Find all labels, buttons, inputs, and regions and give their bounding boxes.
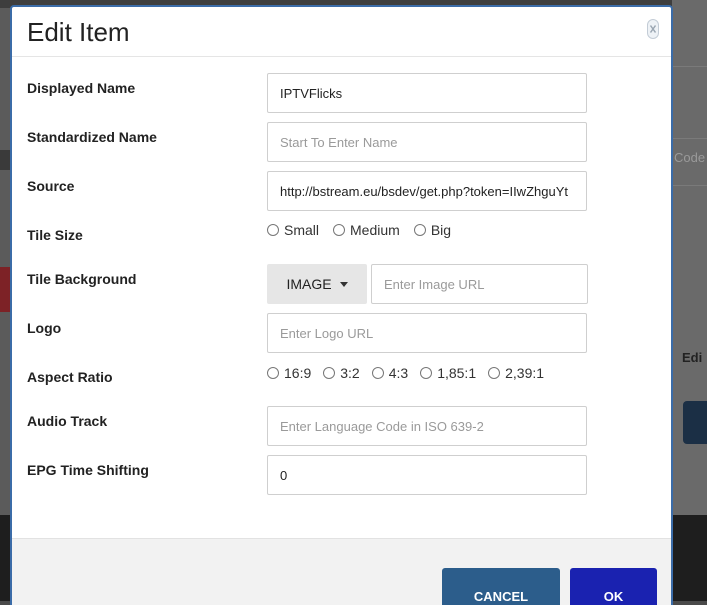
radio-button[interactable] [413,224,426,236]
radio-button[interactable] [333,224,346,236]
background-code-text: Code [674,150,706,165]
logo-label: Logo [27,320,62,336]
radio-button[interactable] [371,367,384,379]
aspect-ratio-1-85-option[interactable]: 1,85:1 [420,365,476,381]
background-divider [672,185,707,186]
epg-time-shifting-input[interactable] [267,455,587,495]
tile-background-type-dropdown[interactable]: IMAGE [267,264,367,304]
aspect-ratio-3-2-option[interactable]: 3:2 [323,365,360,381]
source-label: Source [27,178,75,194]
aspect-ratio-radio-group: 16:9 3:2 4:3 1,85:1 2,39:1 [267,365,556,381]
audio-track-input[interactable] [267,406,587,446]
background-edit-button [683,401,707,444]
tile-size-radio-group: Small Medium Big [267,222,465,238]
background-left-mark [0,150,10,170]
logo-url-input[interactable] [267,313,587,353]
edit-item-modal: Edit Item Displayed Name Standardized Na… [10,5,673,605]
tile-size-big-option[interactable]: Big [413,222,451,238]
aspect-ratio-4-3-option[interactable]: 4:3 [371,365,408,381]
source-input[interactable] [267,171,587,211]
radio-button[interactable] [323,367,336,379]
aspect-ratio-2-39-option[interactable]: 2,39:1 [488,365,544,381]
epg-time-shifting-label: EPG Time Shifting [27,462,149,478]
radio-button[interactable] [488,367,501,379]
modal-title: Edit Item [27,17,130,47]
background-divider [672,66,707,67]
displayed-name-input[interactable] [267,73,587,113]
radio-button[interactable] [420,367,433,379]
standardized-name-input[interactable] [267,122,587,162]
background-left-accent [0,267,10,312]
aspect-ratio-label: Aspect Ratio [27,369,113,385]
audio-track-label: Audio Track [27,413,108,429]
aspect-ratio-16-9-option[interactable]: 16:9 [267,365,311,381]
modal-header: Edit Item [12,7,671,57]
tile-size-small-option[interactable]: Small [267,222,319,238]
background-right-panel [672,0,707,601]
tile-background-label: Tile Background [27,271,137,287]
radio-button[interactable] [267,224,279,236]
displayed-name-label: Displayed Name [27,80,136,96]
radio-button[interactable] [267,367,279,379]
standardized-name-label: Standardized Name [27,129,157,145]
caret-down-icon [339,281,348,287]
ok-button[interactable]: OK [570,568,657,605]
background-edit-text: Edi [682,350,703,365]
dropdown-label: IMAGE [286,276,332,292]
tile-size-label: Tile Size [27,227,83,243]
cancel-button[interactable]: CANCEL [442,568,560,605]
background-divider [672,138,707,139]
image-url-input[interactable] [371,264,588,304]
tile-size-medium-option[interactable]: Medium [333,222,400,238]
modal-footer: CANCEL OK [12,538,671,605]
close-icon[interactable] [647,19,659,39]
